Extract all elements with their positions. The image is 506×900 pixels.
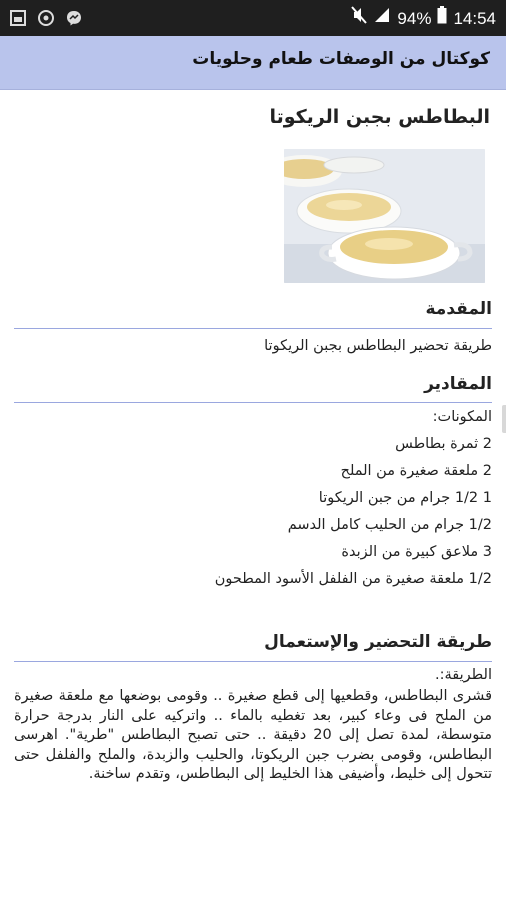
ingredient-item: 2 ثمرة بطاطس — [395, 436, 492, 452]
ingredient-item: 1/2 جرام من الحليب كامل الدسم — [287, 517, 492, 533]
method-text: قشرى البطاطس، وقطعيها إلى قطع صغيرة .. و… — [14, 688, 492, 782]
intro-text-block: طريقة تحضير البطاطس بجبن الريكوتا — [264, 333, 492, 360]
recipe-content[interactable]: البطاطس بجبن الريكوتا المقدمة طريقة تحضي… — [0, 90, 506, 900]
signal-icon — [373, 6, 391, 31]
intro-heading: المقدمة — [425, 299, 493, 319]
messenger-icon — [64, 8, 84, 28]
method-heading: طريقة التحضير والإستعمال — [264, 632, 492, 652]
app-title: كوكتال من الوصفات طعام وحلويات — [192, 49, 490, 69]
ingredients-list: المكونات: 2 ثمرة بطاطس 2 ملعقة صغيرة من … — [215, 404, 492, 593]
ingredient-item: 3 ملاعق كبيرة من الزبدة — [341, 544, 492, 560]
mute-icon — [351, 6, 368, 31]
recipe-title: البطاطس بجبن الريكوتا — [269, 106, 490, 128]
method-label: الطريقة:. — [435, 667, 492, 683]
method-label-block: الطريقة:. — [435, 664, 492, 686]
whatsapp-icon — [36, 8, 56, 28]
ingredients-divider — [14, 402, 492, 403]
battery-icon — [437, 6, 447, 31]
notification-icons — [8, 8, 84, 28]
status-bar: 94% 14:54 — [0, 0, 506, 36]
ingredient-item: 1/2 ملعقة صغيرة من الفلفل الأسود المطحون — [214, 571, 492, 587]
ingredients-label: المكونات: — [432, 409, 492, 425]
ingredients-heading: المقادير — [424, 374, 492, 394]
gallery-icon — [8, 8, 28, 28]
clock: 14:54 — [453, 8, 496, 28]
intro-text: طريقة تحضير البطاطس بجبن الريكوتا — [264, 338, 492, 354]
intro-divider — [14, 328, 492, 329]
ingredient-item: 2 ملعقة صغيرة من الملح — [340, 463, 492, 479]
system-status: 94% 14:54 — [351, 6, 496, 31]
app-bar: كوكتال من الوصفات طعام وحلويات — [0, 36, 506, 90]
scroll-edge-handle[interactable] — [502, 405, 506, 433]
ingredient-item: 1 1/2 جرام من جبن الريكوتا — [318, 490, 492, 506]
method-divider — [14, 661, 492, 662]
recipe-photo — [284, 149, 485, 283]
battery-percent: 94% — [397, 8, 432, 28]
